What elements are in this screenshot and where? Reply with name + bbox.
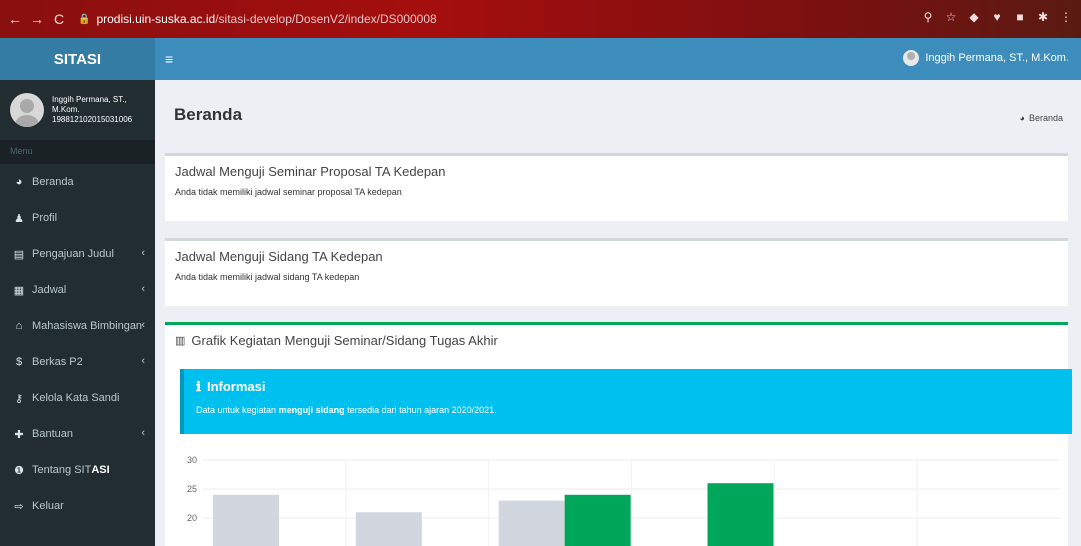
sidebar-item-tentang-sitasi[interactable]: ❶ Tentang SITASI [0, 452, 155, 488]
user-menu-name: Inggih Permana, ST., M.Kom. [925, 52, 1069, 64]
main-content: Beranda ◕ Beranda Jadwal Menguji Seminar… [155, 80, 1081, 546]
sidebar-item-jadwal[interactable]: ▦ Jadwal ‹ [0, 272, 155, 308]
avatar [10, 93, 44, 127]
sidebar-item-label: Kelola Kata Sandi [32, 392, 120, 404]
sidebar-item-beranda[interactable]: ◕ Beranda [0, 164, 155, 200]
sidebar-item-label: Tentang SITASI [32, 464, 110, 476]
sidebar-item-label: Mahasiswa Bimbingan [32, 320, 143, 332]
sidebar-item-label: Profil [32, 212, 58, 224]
list-icon: ▤ [13, 248, 25, 261]
breadcrumb: ◕ Beranda [1020, 113, 1063, 123]
top-navbar: ≡ Inggih Permana, ST., M.Kom. [155, 38, 1081, 80]
plus-icon: ✚ [14, 428, 24, 441]
app-logo[interactable]: SITASI [0, 38, 155, 80]
lock-icon: 🔒 [78, 13, 91, 25]
sidebar-item-label: Pengajuan Judul [32, 248, 114, 260]
sidang-schedule-box: Jadwal Menguji Sidang TA Kedepan Anda ti… [165, 238, 1068, 306]
box-title: Jadwal Menguji Seminar Proposal TA Kedep… [175, 164, 446, 179]
mail-extension-icon[interactable]: ■ [1013, 10, 1027, 24]
y-tick-label: 25 [187, 484, 197, 494]
sign-out-icon: ⇨ [14, 500, 24, 513]
box-body: Anda tidak memiliki jadwal seminar propo… [175, 187, 402, 197]
info-icon: ❶ [14, 464, 24, 477]
chevron-left-icon: ‹ [141, 427, 145, 439]
browser-toolbar: ← → C 🔒 prodisi.uin-suska.ac.id/sitasi-d… [0, 0, 1081, 38]
sidebar-user-id: 198812102015031006 [52, 115, 133, 124]
sidebar-item-bantuan[interactable]: ✚ Bantuan ‹ [0, 416, 155, 452]
address-bar[interactable]: 🔒 prodisi.uin-suska.ac.id/sitasi-develop… [78, 12, 437, 26]
dollar-icon: $ [15, 356, 23, 368]
url-path: /sitasi-develop/DosenV2/index/DS000008 [215, 12, 437, 26]
sidebar-user-name: Inggih Permana, ST., M.Kom. [52, 95, 127, 114]
sidebar-item-kelola-kata-sandi[interactable]: ⚷ Kelola Kata Sandi [0, 380, 155, 416]
sidebar-item-label: Bantuan [32, 428, 73, 440]
user-icon: ♟ [14, 212, 24, 225]
puzzle-extension-icon[interactable]: ✱ [1036, 10, 1050, 24]
sidebar-item-label: Keluar [32, 500, 64, 512]
sidebar-item-keluar[interactable]: ⇨ Keluar [0, 488, 155, 524]
key-icon: ⚷ [14, 392, 24, 405]
dashboard-icon: ◕ [15, 176, 23, 188]
sidebar-item-label: Berkas P2 [32, 356, 83, 368]
sidebar-item-profil[interactable]: ♟ Profil [0, 200, 155, 236]
breadcrumb-link[interactable]: Beranda [1029, 113, 1063, 123]
y-tick-label: 30 [187, 455, 197, 465]
heart-extension-icon[interactable]: ♥ [990, 10, 1004, 24]
sidebar-toggle-icon[interactable]: ≡ [165, 51, 173, 67]
sidebar-item-mahasiswa-bimbingan[interactable]: ⌂ Mahasiswa Bimbingan ‹ [0, 308, 155, 344]
info-callout: ℹ Informasi Data untuk kegiatan menguji … [180, 369, 1072, 434]
page-title: Beranda [174, 105, 243, 124]
activity-bar-chart: 20 25 30 [187, 455, 1060, 546]
bookmark-star-icon[interactable]: ☆ [944, 10, 958, 24]
avatar [903, 50, 920, 66]
sidebar-item-label: Jadwal [32, 284, 67, 296]
reload-icon[interactable]: C [52, 11, 66, 27]
back-icon[interactable]: ← [8, 11, 22, 27]
sidebar-item-pengajuan-judul[interactable]: ▤ Pengajuan Judul ‹ [0, 236, 155, 272]
menu-dots-icon[interactable]: ⋮ [1059, 10, 1073, 24]
menu-header: Menu [0, 140, 155, 164]
info-icon: ℹ [196, 379, 201, 394]
chart-bar [707, 483, 774, 546]
box-title: Jadwal Menguji Sidang TA Kedepan [175, 249, 383, 264]
chevron-left-icon: ‹ [141, 283, 145, 295]
chevron-left-icon: ‹ [141, 247, 145, 259]
seminar-schedule-box: Jadwal Menguji Seminar Proposal TA Kedep… [165, 153, 1068, 221]
zoom-icon[interactable]: ⚲ [921, 10, 935, 24]
graduation-cap-icon: ⌂ [15, 320, 23, 332]
forward-icon[interactable]: → [30, 11, 44, 27]
sidebar-item-berkas-p2[interactable]: $ Berkas P2 ‹ [0, 344, 155, 380]
callout-text: Data untuk kegiatan menguji sidang terse… [196, 405, 497, 415]
user-panel: Inggih Permana, ST., M.Kom. 198812102015… [0, 80, 155, 140]
chevron-left-icon: ‹ [141, 319, 145, 331]
sidebar-item-label: Beranda [32, 176, 74, 188]
extension-icon[interactable]: ◆ [967, 10, 981, 24]
chart-title: ▥ Grafik Kegiatan Menguji Seminar/Sidang… [175, 333, 498, 348]
bar-chart-icon: ▥ [175, 335, 186, 347]
chart-bar [355, 512, 422, 546]
box-body: Anda tidak memiliki jadwal sidang TA ked… [175, 272, 360, 282]
chevron-left-icon: ‹ [141, 355, 145, 367]
dashboard-icon: ◕ [1019, 113, 1025, 123]
chart-bar [498, 500, 565, 546]
chart-bar [564, 494, 631, 546]
sidebar: Inggih Permana, ST., M.Kom. 198812102015… [0, 80, 155, 546]
y-tick-label: 20 [187, 513, 197, 523]
chart-box: ▥ Grafik Kegiatan Menguji Seminar/Sidang… [165, 322, 1072, 546]
callout-title: Informasi [206, 379, 266, 394]
url-host: prodisi.uin-suska.ac.id [96, 12, 216, 26]
user-menu[interactable]: Inggih Permana, ST., M.Kom. [903, 50, 1069, 66]
chart-bar [213, 494, 279, 546]
calendar-icon: ▦ [13, 284, 25, 297]
